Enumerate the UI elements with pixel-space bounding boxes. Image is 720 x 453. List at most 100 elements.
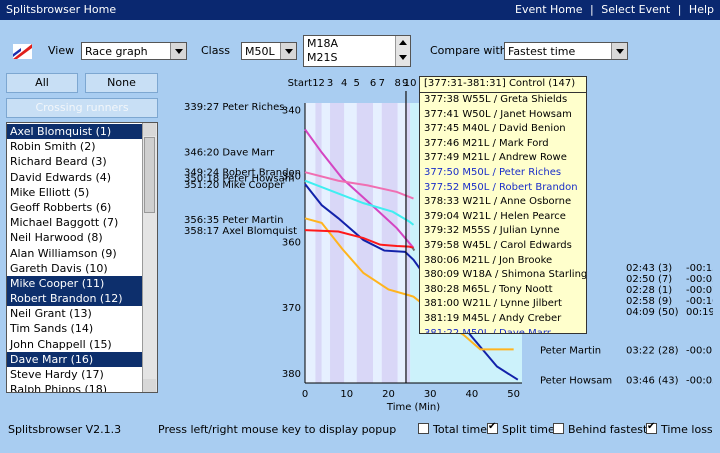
select-event-link[interactable]: Select Event xyxy=(601,3,670,16)
x-tick-label: 20 xyxy=(382,389,395,400)
runner-list-item[interactable]: Ralph Phipps (18) xyxy=(7,382,143,392)
x-tick-label: 30 xyxy=(424,389,437,400)
crossing-runners-button[interactable]: Crossing runners xyxy=(6,98,158,118)
popup-row: 377:45 M40L / David Benion xyxy=(424,123,566,135)
x-tick-label: 40 xyxy=(466,389,479,400)
window-title: Splitsbrowser Home xyxy=(6,3,117,16)
x-tick-label: 0 xyxy=(302,389,308,400)
runner-list-item[interactable]: Robin Smith (2) xyxy=(7,139,143,154)
behind-fastest-checkbox[interactable] xyxy=(553,423,564,434)
popup-row: 381:22 M50L / Dave Marr xyxy=(424,327,551,334)
control-label: 6 xyxy=(370,78,376,89)
series-line xyxy=(411,247,416,252)
popup-row: 381:00 W21L / Lynne Jilbert xyxy=(424,298,562,310)
popup-row: 377:46 M21L / Mark Ford xyxy=(424,137,549,149)
class-select-value: M50L xyxy=(245,45,275,58)
start-label: 356:35 Peter Martin xyxy=(184,215,283,226)
control-band xyxy=(397,103,406,383)
compare-label: Compare with xyxy=(430,44,507,57)
split-time-label: Split time xyxy=(502,423,555,436)
class-list[interactable]: M18A M21S xyxy=(303,35,411,67)
runner-list-item[interactable]: Mike Elliott (5) xyxy=(7,185,143,200)
hidden-row-loss: -00:07 xyxy=(686,285,713,296)
popup-row: 380:09 W18A / Shimona Starling xyxy=(424,269,587,281)
hidden-row-time: 04:09 (50) xyxy=(626,307,679,318)
end-label-loss: -00:05 xyxy=(686,376,713,387)
runner-list-item[interactable]: Neil Harwood (8) xyxy=(7,230,143,245)
end-label-time: 03:46 (43) xyxy=(626,376,679,387)
end-label-name: Peter Martin xyxy=(540,345,601,356)
control-band xyxy=(381,103,398,383)
popup-row: 377:38 W55L / Greta Shields xyxy=(424,94,568,105)
popup-row: 379:32 M55S / Julian Lynne xyxy=(424,225,560,237)
start-label: 358:17 Axel Blomquist xyxy=(184,226,297,237)
arrow-up-icon[interactable] xyxy=(143,123,156,136)
runner-list-item[interactable]: Steve Hardy (17) xyxy=(7,367,143,382)
popup-row: 377:50 M50L / Peter Riches xyxy=(424,166,562,178)
class-label: Class xyxy=(201,44,230,57)
y-tick-label: 340 xyxy=(282,106,301,117)
popup-rows: 377:38 W55L / Greta Shields 377:41 W50L /… xyxy=(420,93,587,334)
runner-list-item[interactable]: Tim Sands (14) xyxy=(7,321,143,336)
runner-list[interactable]: Axel Blomquist (1) Robin Smith (2) Richard… xyxy=(6,122,158,393)
control-label: 2 xyxy=(319,78,325,89)
hidden-row-time: 02:50 (7) xyxy=(626,274,672,285)
popup-row: 380:28 M65L / Tony Noott xyxy=(424,283,553,295)
compare-select-value: Fastest time xyxy=(508,45,576,58)
hint-label: Press left/right mouse key to display po… xyxy=(158,423,397,436)
class-list-item[interactable]: M18A xyxy=(307,37,338,50)
y-tick-label: 370 xyxy=(282,303,301,314)
runner-list-item[interactable]: Alan Williamson (9) xyxy=(7,246,143,261)
hidden-row-loss: 00:19 xyxy=(686,307,713,318)
arrow-up-icon[interactable] xyxy=(399,40,407,45)
popup-row: 380:06 M21L / Jon Brooke xyxy=(424,254,553,266)
y-tick-label: 380 xyxy=(282,369,301,380)
view-select[interactable]: Race graph xyxy=(81,42,187,60)
select-none-button[interactable]: None xyxy=(85,73,158,93)
control-band xyxy=(305,103,316,383)
class-list-item[interactable]: M21S xyxy=(307,51,337,64)
start-label: 346:20 Dave Marr xyxy=(184,147,275,158)
runner-list-item[interactable]: Dave Marr (16) xyxy=(7,351,143,367)
view-select-value: Race graph xyxy=(85,45,148,58)
end-label-time: 03:22 (28) xyxy=(626,345,679,356)
control-label: Start xyxy=(288,78,313,89)
runner-list-scrollbar[interactable] xyxy=(142,123,157,392)
hidden-row-loss: -00:10 xyxy=(686,296,713,307)
x-tick-label: 10 xyxy=(340,389,353,400)
y-tick-label: 360 xyxy=(282,237,301,248)
runner-list-item[interactable]: Axel Blomquist (1) xyxy=(7,124,143,140)
runner-list-item[interactable]: Richard Beard (3) xyxy=(7,154,143,169)
class-select[interactable]: M50L xyxy=(241,42,297,60)
chevron-down-icon[interactable] xyxy=(170,43,186,59)
runner-list-item[interactable]: Mike Cooper (11) xyxy=(7,275,143,292)
select-all-button[interactable]: All xyxy=(6,73,78,93)
split-time-checkbox[interactable] xyxy=(487,421,498,434)
end-label-name: Peter Howsam xyxy=(540,376,612,387)
class-list-scrollbar[interactable] xyxy=(395,36,410,66)
runner-list-item[interactable]: Michael Baggott (7) xyxy=(7,215,143,230)
runner-list-item[interactable]: David Edwards (4) xyxy=(7,170,143,185)
time-loss-checkbox[interactable] xyxy=(646,421,657,434)
chevron-down-icon[interactable] xyxy=(611,43,627,59)
scrollbar-thumb[interactable] xyxy=(144,137,155,213)
runner-list-item[interactable]: Geoff Robberts (6) xyxy=(7,200,143,215)
hidden-row-time: 02:43 (3) xyxy=(626,263,672,274)
chevron-down-icon[interactable] xyxy=(280,43,296,59)
compare-select[interactable]: Fastest time xyxy=(504,42,628,60)
popup-row: 378:33 W21L / Anne Osborne xyxy=(424,196,572,208)
runner-list-item[interactable]: John Chappell (15) xyxy=(7,337,143,352)
end-label-loss: -00:01 xyxy=(686,345,713,356)
help-link[interactable]: Help xyxy=(689,3,714,16)
runner-list-item[interactable]: Robert Brandon (12) xyxy=(7,291,143,307)
hidden-row-time: 02:58 (9) xyxy=(626,296,672,307)
arrow-down-icon[interactable] xyxy=(399,55,407,60)
total-time-checkbox[interactable] xyxy=(418,423,429,434)
arrow-down-icon[interactable] xyxy=(143,379,156,392)
event-home-link[interactable]: Event Home xyxy=(515,3,583,16)
runner-list-item[interactable]: Gareth Davis (10) xyxy=(7,261,143,276)
splitsbrowser-logo-icon xyxy=(13,44,32,59)
popup-row: 377:52 M50L / Robert Brandon xyxy=(424,181,578,193)
runner-list-item[interactable]: Neil Grant (13) xyxy=(7,306,143,321)
control-band xyxy=(321,103,331,383)
